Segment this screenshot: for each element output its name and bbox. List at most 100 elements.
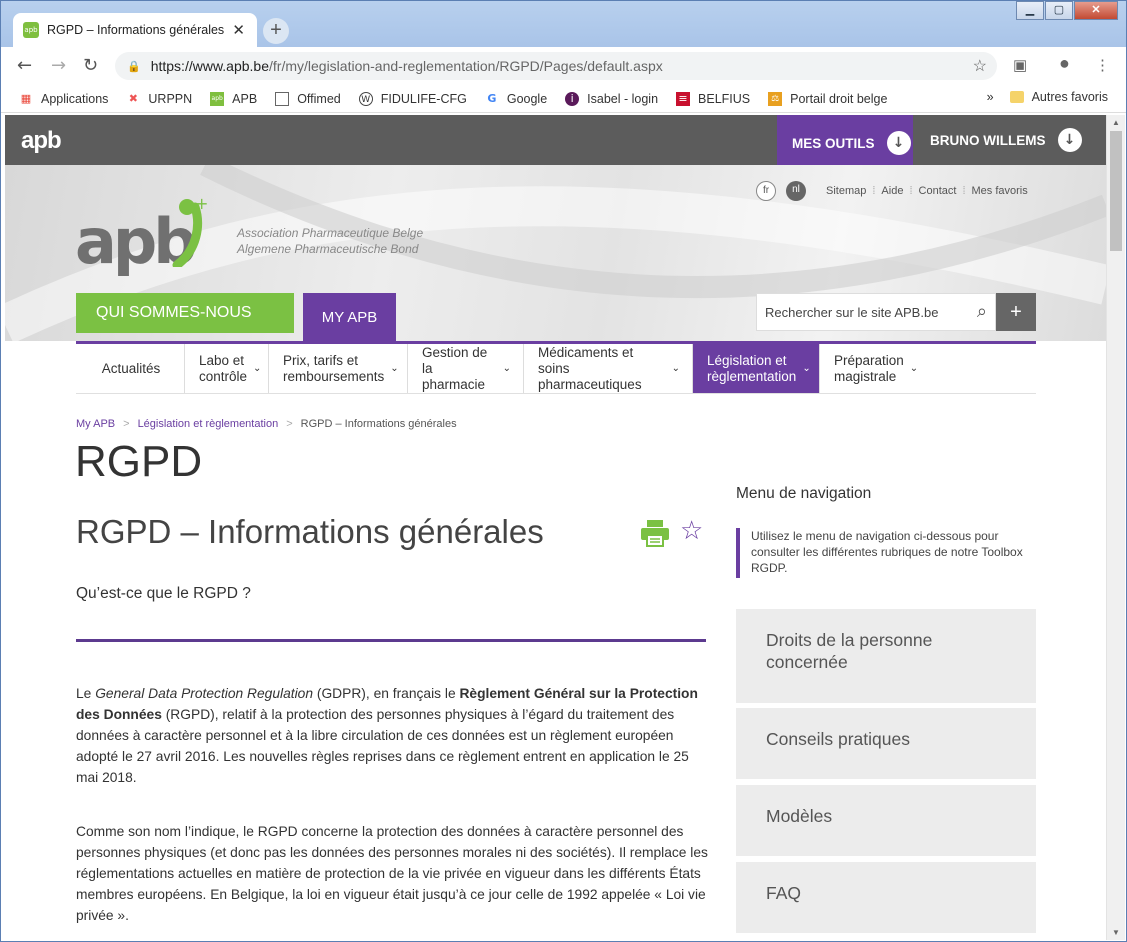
menu-gestion[interactable]: Gestion de la pharmacie ⌄ bbox=[408, 344, 524, 393]
bookmark-label: FIDULIFE-CFG bbox=[380, 91, 467, 106]
section-divider bbox=[76, 639, 706, 642]
menu-label-line2: règlementation bbox=[707, 368, 797, 384]
lang-fr-button[interactable]: fr bbox=[756, 181, 776, 201]
print-icon[interactable] bbox=[640, 519, 670, 547]
sidebar-item-droits[interactable]: Droits de la personne concernée bbox=[736, 609, 1036, 703]
sidebar-item-conseils[interactable]: Conseils pratiques bbox=[736, 708, 1036, 779]
breadcrumb-current: RGPD – Informations générales bbox=[300, 418, 457, 430]
breadcrumb-my-apb[interactable]: My APB bbox=[76, 418, 115, 430]
my-apb-button[interactable]: MY APB bbox=[303, 293, 396, 341]
text-span: General Data Protection Regulation bbox=[95, 686, 314, 701]
chevron-down-icon: ⌄ bbox=[502, 362, 511, 374]
profile-icon[interactable]: ● bbox=[1059, 53, 1070, 74]
page-scrollbar[interactable]: ▲ ▼ bbox=[1106, 115, 1125, 940]
bookmark-isabel[interactable]: i Isabel - login bbox=[565, 91, 658, 106]
arrow-down-icon: ↓ bbox=[886, 131, 911, 155]
site-search[interactable]: Rechercher sur le site APB.be ⌕ bbox=[756, 293, 996, 331]
menu-label: Labo et contrôle bbox=[199, 353, 247, 385]
window-close-button[interactable]: ✕ bbox=[1074, 1, 1118, 20]
forward-arrow-icon[interactable]: → bbox=[51, 55, 66, 76]
arrow-down-icon: ↓ bbox=[1057, 128, 1082, 152]
scroll-up-icon[interactable]: ▲ bbox=[1112, 118, 1120, 127]
page-title: RGPD bbox=[75, 437, 203, 486]
active-tab[interactable]: apb RGPD – Informations générales ✕ bbox=[13, 13, 257, 47]
menu-label: Législation et règlementation bbox=[707, 353, 796, 385]
lang-nl-button[interactable]: nl bbox=[786, 181, 806, 201]
sitemap-link[interactable]: Sitemap bbox=[826, 185, 866, 197]
main-menu: Actualités Labo et contrôle ⌄ Prix, tarif… bbox=[76, 341, 1036, 393]
title-bar: apb RGPD – Informations générales ✕ + ▁ … bbox=[1, 1, 1126, 47]
search-icon[interactable]: ⌕ bbox=[977, 301, 987, 322]
text-span: (GDPR), en français le bbox=[313, 686, 460, 701]
menu-label-line2: magistrale bbox=[834, 368, 897, 384]
scroll-thumb[interactable] bbox=[1110, 131, 1122, 251]
breadcrumb: My APB > Législation et règlementation >… bbox=[76, 418, 457, 430]
url-host: https://www.apb.be bbox=[150, 58, 269, 74]
menu-labo[interactable]: Labo et contrôle ⌄ bbox=[185, 344, 269, 393]
close-tab-icon[interactable]: ✕ bbox=[232, 21, 245, 39]
bookmark-fidulife[interactable]: W FIDULIFE-CFG bbox=[358, 91, 467, 106]
menu-label: Médicaments et soins pharmaceutiques bbox=[538, 345, 666, 393]
bookmark-urppn[interactable]: ✖ URPPN bbox=[126, 92, 192, 106]
text-span: Le bbox=[76, 686, 96, 701]
user-name: BRUNO WILLEMS bbox=[930, 132, 1046, 148]
more-bookmarks-icon[interactable]: » bbox=[987, 90, 994, 104]
bookmark-applications[interactable]: ▦ Applications bbox=[19, 92, 109, 106]
user-menu[interactable]: BRUNO WILLEMS ↓ bbox=[930, 115, 1082, 165]
chevron-down-icon: ⌄ bbox=[909, 362, 919, 374]
bookmark-star-icon[interactable]: ☆ bbox=[973, 56, 987, 76]
bookmark-label: Offimed bbox=[297, 91, 341, 106]
url-path: /fr/my/legislation-and-reglementation/RG… bbox=[269, 58, 663, 74]
bookmark-apb[interactable]: apb APB bbox=[210, 91, 257, 106]
mes-outils-button[interactable]: MES OUTILS ↓ bbox=[777, 115, 913, 171]
plus-button[interactable]: + bbox=[996, 293, 1036, 331]
mes-outils-label: MES OUTILS bbox=[792, 135, 875, 151]
google-icon: G bbox=[487, 91, 497, 105]
site-mini-logo[interactable]: apb bbox=[21, 127, 62, 155]
reload-icon[interactable]: ↻ bbox=[83, 55, 98, 76]
mes-favoris-link[interactable]: Mes favoris bbox=[972, 185, 1028, 197]
menu-label-line1: Prix, tarifs et bbox=[283, 352, 359, 368]
menu-legislation[interactable]: Législation et règlementation ⌄ bbox=[693, 344, 820, 393]
minimize-button[interactable]: ▁ bbox=[1016, 1, 1044, 20]
chevron-down-icon: ⌄ bbox=[671, 362, 680, 374]
favorite-star-icon[interactable]: ☆ bbox=[680, 516, 703, 546]
menu-label: Gestion de la pharmacie bbox=[422, 345, 497, 393]
menu-actualites[interactable]: Actualités bbox=[76, 344, 185, 393]
bookmark-google[interactable]: G Google bbox=[485, 92, 547, 106]
new-tab-button[interactable]: + bbox=[263, 18, 289, 44]
bookmark-offimed[interactable]: Offimed bbox=[275, 91, 341, 106]
sidebar-item-modeles[interactable]: Modèles bbox=[736, 785, 1036, 856]
bookmark-belfius[interactable]: ≡ BELFIUS bbox=[676, 91, 750, 106]
page-icon bbox=[275, 91, 290, 106]
qui-sommes-nous-button[interactable]: QUI SOMMES-NOUS bbox=[76, 293, 294, 333]
other-bookmarks[interactable]: Autres favoris bbox=[1032, 90, 1108, 104]
extension-icon[interactable]: ▣ bbox=[1013, 56, 1027, 74]
menu-preparation[interactable]: Préparation magistrale ⌄ bbox=[820, 344, 934, 393]
urppn-icon: ✖ bbox=[128, 91, 139, 105]
article-title: RGPD – Informations générales bbox=[76, 513, 544, 550]
aide-link[interactable]: Aide bbox=[881, 185, 903, 197]
web-page: apb MES OUTILS ↓ BRUNO WILLEMS ↓ fr nl S… bbox=[5, 115, 1106, 940]
sidebar-item-faq[interactable]: FAQ bbox=[736, 862, 1036, 933]
bookmarks-right: » Autres favoris bbox=[987, 90, 1108, 104]
maximize-button[interactable]: ▢ bbox=[1045, 1, 1073, 20]
breadcrumb-legislation[interactable]: Législation et règlementation bbox=[138, 418, 279, 430]
menu-medicaments[interactable]: Médicaments et soins pharmaceutiques ⌄ bbox=[524, 344, 693, 393]
menu-prix[interactable]: Prix, tarifs et remboursements ⌄ bbox=[269, 344, 408, 393]
menu-dots-icon[interactable]: ⋮ bbox=[1095, 56, 1110, 74]
back-arrow-icon[interactable]: ← bbox=[17, 55, 32, 76]
search-placeholder: Rechercher sur le site APB.be bbox=[765, 304, 939, 320]
wordpress-icon: W bbox=[358, 91, 373, 106]
address-bar[interactable]: 🔒 https://www.apb.be/fr/my/legislation-a… bbox=[115, 52, 997, 80]
menu-label: Actualités bbox=[101, 360, 161, 376]
tagline-fr: Association Pharmaceutique Belge bbox=[237, 226, 424, 240]
chevron-down-icon: ⌄ bbox=[253, 362, 262, 374]
contact-link[interactable]: Contact bbox=[919, 185, 957, 197]
text-span: (RGPD), relatif à la protection des pers… bbox=[76, 707, 689, 785]
bookmark-portail[interactable]: ⚖ Portail droit belge bbox=[768, 91, 887, 106]
sidebar-note: Utilisez le menu de navigation ci-dessou… bbox=[736, 528, 1036, 578]
scroll-down-icon[interactable]: ▼ bbox=[1112, 928, 1120, 937]
menu-label: Préparation magistrale bbox=[834, 353, 904, 385]
utility-links: Sitemap ⁞ Aide ⁞ Contact ⁞ Mes favoris bbox=[826, 185, 1028, 197]
